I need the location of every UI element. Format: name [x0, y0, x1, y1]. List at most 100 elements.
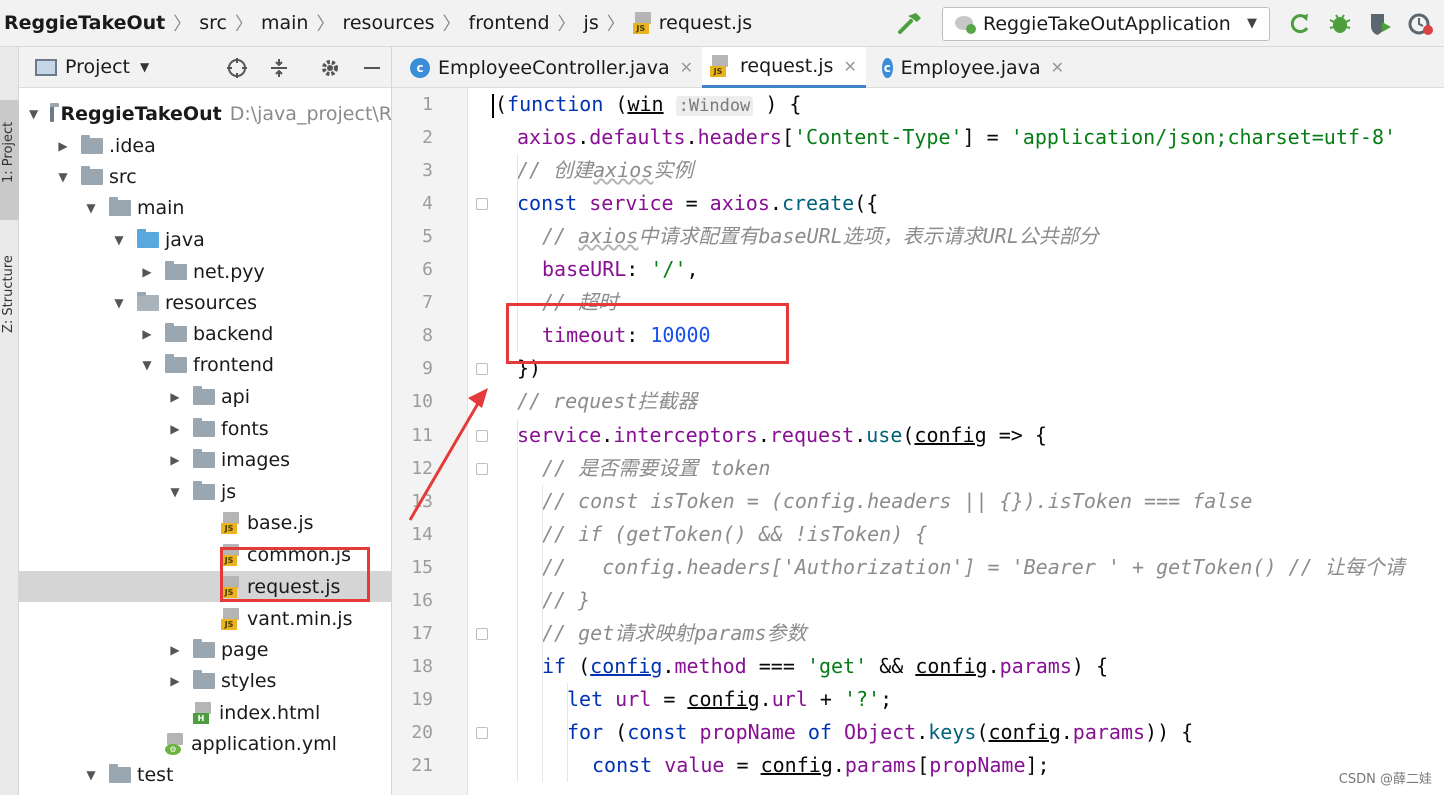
expand-down-icon[interactable]: ▼ — [85, 768, 97, 782]
tree-item[interactable]: ▼ java — [19, 224, 392, 255]
tree-item[interactable]: ⚙ application.yml — [19, 728, 392, 759]
structure-tool-label[interactable]: Z: Structure — [1, 255, 16, 333]
profiler-clock-icon[interactable] — [1406, 10, 1434, 38]
expand-down-icon[interactable]: ▼ — [169, 485, 181, 499]
tab-employee-java[interactable]: c Employee.java ✕ — [874, 47, 1064, 88]
tree-item[interactable]: ▼ js — [19, 476, 392, 507]
tree-item[interactable]: ▶ page — [19, 634, 392, 665]
code-token: :Window — [675, 96, 754, 116]
expand-right-icon[interactable]: ▶ — [57, 139, 69, 153]
build-hammer-icon[interactable] — [896, 10, 924, 38]
tab-employeecontroller-java[interactable]: c EmployeeController.java ✕ — [402, 47, 694, 88]
fold-marker-icon[interactable] — [476, 627, 488, 640]
code-token: . — [757, 422, 770, 447]
expand-down-icon[interactable]: ▼ — [29, 107, 38, 121]
tree-item[interactable]: Hindex.html — [19, 697, 392, 728]
code-token: for — [567, 719, 616, 744]
expand-down-icon[interactable]: ▼ — [141, 358, 153, 372]
code-token: method — [674, 653, 747, 678]
tree-item[interactable]: JS vant.min.js — [19, 603, 392, 634]
coverage-shield-icon[interactable] — [1366, 10, 1394, 38]
expand-right-icon[interactable]: ▶ — [169, 453, 181, 467]
close-icon[interactable]: ✕ — [680, 58, 693, 77]
tree-item[interactable]: ▶ api — [19, 381, 392, 412]
close-icon[interactable]: ✕ — [843, 57, 856, 76]
tree-item-label: resources — [165, 291, 258, 314]
gear-icon[interactable] — [319, 57, 341, 79]
code-token: config — [687, 686, 760, 711]
code-token: 'get' — [806, 653, 868, 678]
tree-item[interactable]: ▶ styles — [19, 665, 392, 696]
breadcrumb-separator: 〉 — [557, 14, 576, 35]
breadcrumb-item[interactable]: frontend — [469, 12, 550, 34]
tree-item[interactable]: ▶ .idea — [19, 130, 392, 161]
code-token: request — [769, 422, 855, 447]
code-token: . — [685, 125, 698, 150]
code-line: // config.headers['Authorization'] = 'Be… — [542, 551, 1405, 584]
expand-down-icon[interactable]: ▼ — [113, 296, 125, 310]
tree-item[interactable]: ▼ ReggieTakeOut D:\java_project\R — [19, 98, 392, 129]
module-folder-icon — [50, 102, 60, 122]
watermark: CSDN @薛二娃 — [1338, 772, 1432, 787]
close-icon[interactable]: ✕ — [1051, 58, 1064, 77]
breadcrumb-item[interactable]: js — [584, 12, 599, 34]
expand-right-icon[interactable]: ▶ — [169, 422, 181, 436]
folder-icon — [193, 385, 215, 405]
breadcrumb-item[interactable]: resources — [342, 12, 434, 34]
project-panel-title[interactable]: Project — [65, 56, 130, 78]
rerun-icon[interactable] — [1286, 10, 1314, 38]
minimize-icon[interactable] — [361, 57, 383, 79]
tree-item[interactable]: ▼ resources — [19, 287, 392, 318]
fold-marker-icon[interactable] — [476, 462, 488, 475]
code-line: if (config.method === 'get' && config.pa… — [542, 650, 1108, 683]
tree-item[interactable]: JS base.js — [19, 507, 392, 538]
code-token: . — [759, 686, 772, 711]
tree-item[interactable]: ▼ main — [19, 192, 392, 223]
expand-right-icon[interactable]: ▶ — [169, 643, 181, 657]
collapse-all-icon[interactable] — [268, 57, 290, 79]
indent-guide — [517, 418, 518, 783]
tree-item[interactable]: ▶ backend — [19, 318, 392, 349]
fold-marker-icon[interactable] — [476, 363, 488, 376]
html-file-icon: H — [193, 701, 213, 724]
tree-item-label: frontend — [193, 353, 274, 376]
tree-item[interactable]: ▼ src — [19, 161, 392, 192]
breadcrumb-item[interactable]: src — [199, 12, 227, 34]
expand-down-icon[interactable]: ▼ — [57, 170, 69, 184]
code-area[interactable]: (function (win :Window ) {axios.defaults… — [392, 88, 1444, 795]
tree-item[interactable]: ▶ images — [19, 444, 392, 475]
fold-marker-icon[interactable] — [476, 726, 488, 739]
fold-marker-icon[interactable] — [476, 429, 488, 442]
code-line: const service = axios.create({ — [517, 187, 878, 220]
expand-down-icon[interactable]: ▼ — [113, 233, 125, 247]
chevron-down-icon[interactable]: ▼ — [140, 60, 149, 74]
run-configuration-select[interactable]: ReggieTakeOutApplication ▼ — [942, 7, 1270, 41]
expand-right-icon[interactable]: ▶ — [141, 265, 153, 279]
breadcrumb-item[interactable]: ReggieTakeOut — [4, 12, 165, 34]
class-icon: c — [882, 57, 893, 78]
expand-right-icon[interactable]: ▶ — [169, 674, 181, 688]
tree-item[interactable]: ▶ fonts — [19, 413, 392, 444]
code-token: // — [542, 224, 579, 249]
tree-item[interactable]: ▼ test — [19, 759, 392, 790]
breadcrumb-item[interactable]: main — [261, 12, 308, 34]
project-tool-label[interactable]: 1: Project — [1, 122, 16, 183]
folder-icon — [165, 322, 187, 342]
debug-bug-icon[interactable] — [1326, 10, 1354, 38]
expand-right-icon[interactable]: ▶ — [169, 390, 181, 404]
tree-item[interactable]: ▶ net.pyy — [19, 256, 392, 287]
fold-marker-icon[interactable] — [476, 198, 488, 211]
code-token: service — [589, 191, 674, 216]
code-token: // request拦截器 — [517, 389, 698, 414]
tab-request-js[interactable]: JS request.js ✕ — [702, 47, 866, 88]
expand-down-icon[interactable]: ▼ — [85, 201, 97, 215]
tree-item[interactable]: ▼ frontend — [19, 349, 392, 380]
resources-folder-icon — [137, 291, 159, 311]
expand-right-icon[interactable]: ▶ — [141, 327, 153, 341]
breadcrumb-item[interactable]: request.js — [659, 12, 752, 34]
locate-target-icon[interactable] — [226, 57, 248, 79]
code-token: . — [1060, 719, 1073, 744]
code-token: = — [651, 686, 688, 711]
code-token: + — [807, 686, 844, 711]
